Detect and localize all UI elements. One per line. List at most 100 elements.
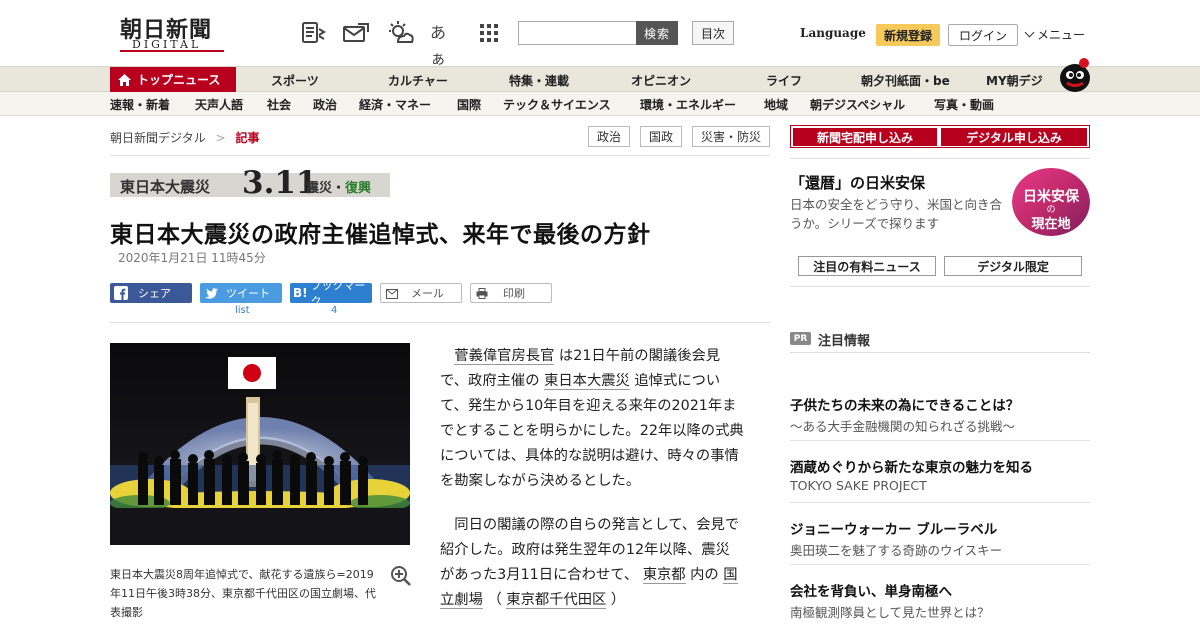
nav2-item-photo[interactable]: 写真・動画 (934, 96, 994, 113)
font-size-icon[interactable]: あぁ (430, 20, 456, 68)
share-hatena-label: ブックマーク (310, 279, 366, 308)
print-label: 印刷 (503, 287, 525, 300)
hatena-icon: B! (292, 286, 308, 300)
feature-title[interactable]: 「還暦」の日米安保 (790, 172, 925, 193)
tab-digital-only[interactable]: デジタル限定 (944, 256, 1082, 276)
subscribe-digital-button[interactable]: デジタル申し込み (941, 128, 1087, 146)
pr-item[interactable]: ジョニーウォーカー ブルーラベル 奥田瑛二を魅了する奇跡のウイスキー (790, 509, 1090, 565)
link-great-east-japan-earthquake[interactable]: 東日本大震災 (544, 373, 630, 390)
nav2-item-breaking[interactable]: 速報・新着 (110, 96, 170, 113)
article-photo[interactable] (110, 343, 410, 545)
printer-icon (471, 287, 493, 300)
print-button[interactable]: 印刷 (470, 283, 552, 303)
text-run: 追悼式について、発生から10年目を迎える来年の2021年までとすることを明らかに… (440, 373, 744, 489)
nav-top-news[interactable]: トップニュース (110, 67, 236, 92)
primary-nav: トップニュース スポーツ カルチャー 特集・連載 オピニオン ライフ 朝夕刊紙面… (0, 58, 1200, 92)
pr-item[interactable]: 子供たちの未来の為にできることは？ ～ある大手金融機関の知られざる挑戦～ (790, 385, 1090, 441)
mail-icon (381, 287, 403, 300)
tag-national-politics[interactable]: 国政 (640, 126, 682, 147)
pr-item-sub: 奥田瑛二を魅了する奇跡のウイスキー (790, 543, 1003, 558)
home-icon (118, 73, 131, 86)
menu-label: メニュー (1037, 28, 1086, 42)
banner-sub-a: 震災・ (306, 181, 346, 196)
link-tokyo[interactable]: 東京都 (642, 567, 686, 584)
share-hatena-button[interactable]: B! ブックマーク (290, 279, 372, 308)
pr-item[interactable]: 酒蔵めぐりから新たな東京の魅力を知る TOKYO SAKE PROJECT (790, 447, 1090, 503)
nav2-item-society[interactable]: 社会 (267, 96, 291, 113)
menu-button[interactable]: メニュー (1024, 26, 1086, 43)
toc-button[interactable]: 目次 (692, 21, 734, 45)
secondary-nav: 速報・新着 天声人語 社会 政治 経済・マネー 国際 テック＆サイエンス 環境・… (0, 92, 1200, 116)
nav-item-my[interactable]: MY朝デジ (986, 72, 1043, 89)
link-chief-cabinet-secretary[interactable]: 菅義偉官房長官 (454, 348, 555, 365)
login-button[interactable]: ログイン (948, 24, 1018, 46)
site-header: 朝日新聞 DIGITAL あぁ 検索 目次 Language 新規登録 ログイン… (0, 0, 1200, 68)
pr-item-headline: ジョニーウォーカー ブルーラベル (790, 522, 998, 538)
nav2-item-special[interactable]: 朝デジスペシャル (810, 96, 905, 113)
text-run: 内の (690, 567, 719, 583)
pr-item-sub: TOKYO SAKE PROJECT (790, 478, 927, 493)
divider (110, 322, 770, 323)
logo-underline (120, 50, 224, 52)
nav2-item-region[interactable]: 地域 (764, 96, 788, 113)
banner-sub-b: 復興 (345, 181, 372, 196)
breadcrumb-separator: > (215, 131, 226, 145)
hatena-count[interactable]: 4 (331, 305, 337, 316)
banner-sub: 震災・復興 (306, 177, 371, 196)
search-input[interactable] (518, 21, 636, 45)
mail-icon[interactable] (342, 20, 369, 46)
nav2-item-economy[interactable]: 経済・マネー (359, 96, 431, 113)
divider (110, 155, 770, 156)
feature-image-line3: 現在地 (1031, 217, 1071, 232)
subscribe-paper-button[interactable]: 新聞宅配申し込み (793, 128, 937, 146)
nav-item-culture[interactable]: カルチャー (388, 72, 448, 89)
nav-item-sports[interactable]: スポーツ (271, 72, 319, 89)
series-banner[interactable]: 東日本大震災 3.11 震災・復興 (110, 165, 390, 201)
tab-premium-news[interactable]: 注目の有料ニュース (798, 256, 936, 276)
subscribe-box: 新聞宅配申し込み デジタル申し込み (790, 125, 1090, 148)
share-facebook-button[interactable]: シェア (110, 283, 192, 303)
nav2-item-international[interactable]: 国際 (457, 96, 481, 113)
nav-item-opinion[interactable]: オピニオン (631, 72, 691, 89)
text-run: ） (610, 592, 626, 608)
article-paragraph: 菅義偉官房長官 は21日午前の閣議後会見で、政府主催の 東日本大震災 追悼式につ… (440, 344, 744, 494)
nav2-item-tenseijingo[interactable]: 天声人語 (195, 96, 243, 113)
mascot-icon[interactable] (1055, 57, 1093, 93)
chevron-down-icon (1024, 27, 1035, 38)
divider (790, 158, 1090, 159)
breadcrumb-home[interactable]: 朝日新聞デジタル (110, 131, 206, 145)
weather-icon[interactable] (386, 20, 414, 46)
nav2-item-tech[interactable]: テック＆サイエンス (503, 96, 611, 113)
share-mail-button[interactable]: メール (380, 283, 462, 303)
pr-item-sub: 南極観測隊員として見た世界とは？ (790, 605, 990, 620)
article-title: 東日本大震災の政府主催追悼式、来年で最後の方針 (110, 222, 651, 248)
nav2-item-politics[interactable]: 政治 (313, 96, 337, 113)
link-chiyoda[interactable]: 東京都千代田区 (506, 592, 607, 609)
share-twitter-button[interactable]: ツイート (200, 283, 282, 303)
banner-title: 東日本大震災 (120, 178, 211, 196)
pr-item-headline: 会社を背負い、単身南極へ (790, 584, 952, 600)
photo-caption: 東日本大震災8周年追悼式で、献花する遺族ら=2019年11日午後3時38分、東京… (110, 568, 376, 619)
nav2-item-environment[interactable]: 環境・エネルギー (640, 96, 736, 113)
grid-icon[interactable] (478, 20, 504, 46)
site-logo[interactable]: 朝日新聞 DIGITAL (110, 12, 230, 56)
pr-item-headline: 酒蔵めぐりから新たな東京の魅力を知る (790, 460, 1033, 476)
pr-item[interactable]: 会社を背負い、単身南極へ 南極観測隊員として見た世界とは？ (790, 571, 1090, 627)
tag-disaster[interactable]: 災害・防災 (692, 126, 770, 147)
feature-image[interactable]: 日米安保 の 現在地 (1012, 168, 1090, 236)
zoom-icon[interactable] (390, 565, 412, 587)
language-link[interactable]: Language (800, 26, 866, 40)
divider (790, 286, 1090, 287)
breadcrumb-current: 記事 (235, 131, 260, 145)
tag-politics[interactable]: 政治 (588, 126, 630, 147)
article-date: 2020年1月21日 11時45分 (118, 251, 266, 265)
search-button[interactable]: 検索 (636, 21, 678, 45)
twitter-count[interactable]: list (235, 305, 250, 316)
nav-item-paper[interactable]: 朝夕刊紙面・be (861, 72, 950, 89)
share-twitter-label: ツイート (226, 287, 270, 300)
newspaper-icon[interactable] (300, 20, 326, 46)
register-button[interactable]: 新規登録 (876, 24, 940, 46)
nav-item-life[interactable]: ライフ (766, 72, 802, 89)
nav-item-features[interactable]: 特集・連載 (509, 72, 569, 89)
pr-title: 注目情報 (818, 334, 871, 349)
